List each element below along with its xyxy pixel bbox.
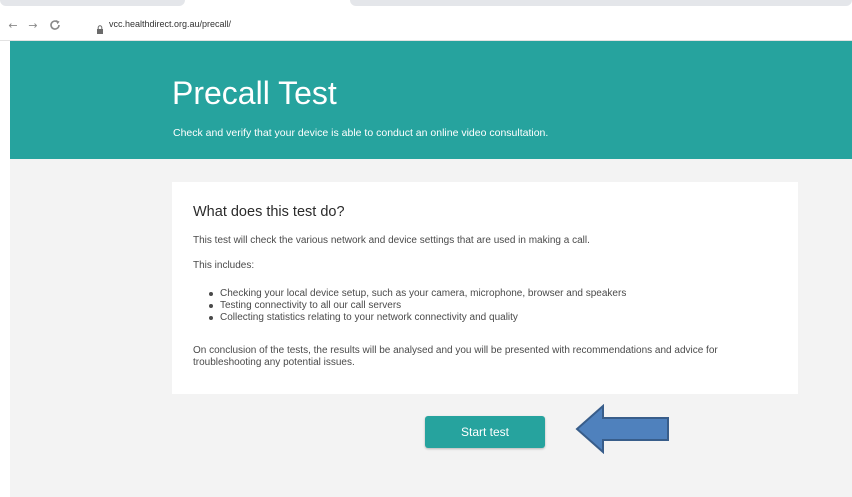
card-includes-label: This includes: [193, 260, 255, 271]
list-item-text: Checking your local device setup, such a… [220, 288, 627, 299]
start-test-button[interactable]: Start test [425, 416, 545, 448]
page-title: Precall Test [172, 75, 337, 111]
forward-arrow-icon[interactable]: → [25, 18, 41, 34]
address-bar-url[interactable]: vcc.healthdirect.org.au/precall/ [109, 19, 231, 29]
list-item-text: Testing connectivity to all our call ser… [220, 300, 402, 311]
address-bar[interactable]: vcc.healthdirect.org.au/precall/ [82, 16, 852, 36]
back-arrow-icon[interactable]: ← [5, 18, 21, 34]
card-heading: What does this test do? [193, 204, 345, 220]
list-item: Collecting statistics relating to your n… [193, 312, 783, 324]
bullet [209, 316, 213, 320]
left-arrow-annotation-icon [575, 404, 669, 454]
bullet [209, 304, 213, 308]
reload-icon[interactable] [47, 19, 63, 35]
page-subtitle: Check and verify that your device is abl… [173, 127, 549, 139]
browser-tab-strip [0, 0, 852, 14]
browser-tab-right[interactable] [350, 0, 852, 6]
list-item: Testing connectivity to all our call ser… [193, 300, 783, 312]
screenshot-frame: ← → vcc.healthdirect.org.au/precall/ Pre… [0, 0, 852, 497]
browser-toolbar: ← → vcc.healthdirect.org.au/precall/ [0, 14, 852, 41]
list-item-text: Collecting statistics relating to your n… [220, 312, 518, 323]
hero-banner: Precall Test Check and verify that your … [10, 41, 852, 159]
page-content: Precall Test Check and verify that your … [10, 41, 852, 497]
card-conclusion: On conclusion of the tests, the results … [193, 345, 718, 368]
checks-list: Checking your local device setup, such a… [193, 288, 783, 324]
bullet [209, 292, 213, 296]
lock-icon [96, 21, 104, 34]
list-item: Checking your local device setup, such a… [193, 288, 783, 300]
info-card: What does this test do? This test will c… [172, 182, 798, 394]
card-intro: This test will check the various network… [193, 235, 590, 246]
browser-tab-left[interactable] [0, 0, 185, 6]
